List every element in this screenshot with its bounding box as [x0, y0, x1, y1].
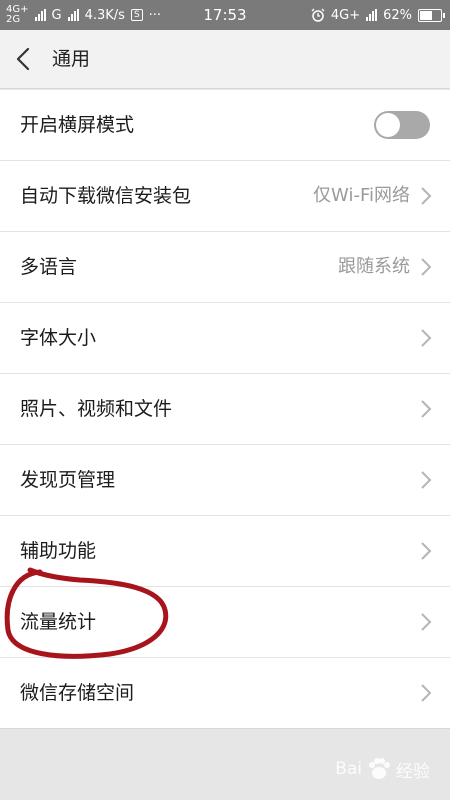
chevron-right-icon	[421, 684, 432, 702]
setting-label: 照片、视频和文件	[20, 398, 173, 420]
baidu-watermark: Bai 经验	[335, 756, 430, 782]
network-type-right: 4G+	[330, 7, 361, 23]
setting-landscape-mode: 开启横屏模式	[0, 90, 450, 161]
chevron-right-icon	[421, 613, 432, 631]
toggle-knob	[376, 113, 400, 137]
battery-icon	[418, 8, 445, 22]
setting-label: 开启横屏模式	[20, 114, 135, 136]
setting-media-files[interactable]: 照片、视频和文件	[0, 374, 450, 445]
watermark-text: Bai	[335, 759, 362, 779]
setting-label: 自动下载微信安装包	[20, 185, 192, 207]
status-bar: 4G+ 2G G 4.3K/s S ··· 17:53 4G+ 62%	[0, 0, 450, 30]
setting-label: 字体大小	[20, 327, 97, 349]
setting-traffic-statistics[interactable]: 流量统计	[0, 587, 450, 658]
setting-accessibility[interactable]: 辅助功能	[0, 516, 450, 587]
setting-label: 流量统计	[20, 611, 97, 633]
back-arrow-icon[interactable]	[14, 47, 34, 71]
chevron-right-icon	[421, 471, 432, 489]
page-title: 通用	[52, 48, 91, 70]
landscape-toggle[interactable]	[374, 111, 430, 139]
setting-auto-download[interactable]: 自动下载微信安装包 仅Wi-Fi网络	[0, 161, 450, 232]
chevron-right-icon	[421, 400, 432, 418]
setting-label: 发现页管理	[20, 469, 116, 491]
setting-discover-management[interactable]: 发现页管理	[0, 445, 450, 516]
chevron-right-icon	[421, 187, 432, 205]
chevron-right-icon	[421, 329, 432, 347]
baidu-paw-icon	[369, 758, 390, 779]
battery-percent: 62%	[383, 7, 412, 23]
top-bar: 通用	[0, 30, 450, 89]
chevron-right-icon	[421, 258, 432, 276]
alarm-icon	[311, 8, 325, 22]
setting-value: 仅Wi-Fi网络	[313, 185, 410, 206]
setting-label: 辅助功能	[20, 540, 97, 562]
setting-value: 跟随系统	[338, 256, 410, 277]
setting-label: 微信存储空间	[20, 682, 135, 704]
setting-font-size[interactable]: 字体大小	[0, 303, 450, 374]
watermark-text-2: 经验	[396, 761, 430, 782]
setting-label: 多语言	[20, 256, 78, 278]
setting-language[interactable]: 多语言 跟随系统	[0, 232, 450, 303]
chevron-right-icon	[421, 542, 432, 560]
signal-icon-3	[366, 9, 378, 21]
status-right: 4G+ 62%	[311, 0, 445, 30]
setting-wechat-storage[interactable]: 微信存储空间	[0, 658, 450, 728]
settings-list: 开启横屏模式 自动下载微信安装包 仅Wi-Fi网络 多语言 跟随系统 字体大小 …	[0, 90, 450, 729]
